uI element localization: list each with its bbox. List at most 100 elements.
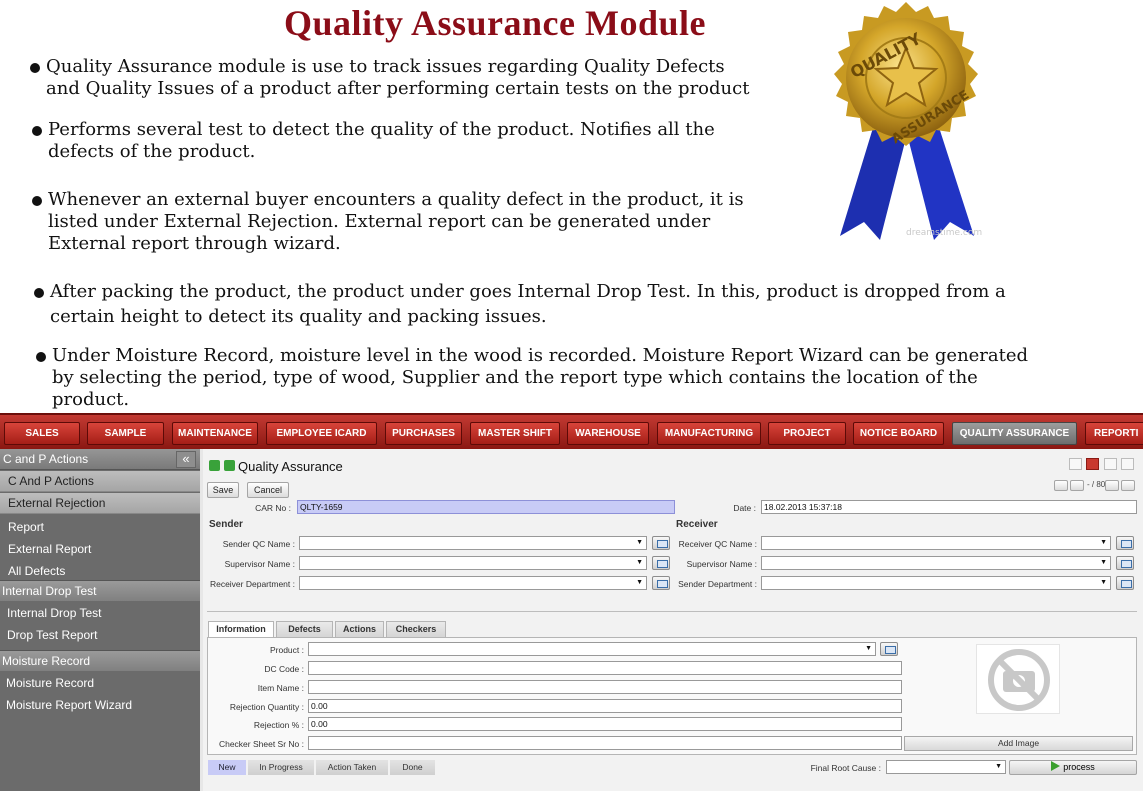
rejection-qty-field[interactable]: 0.00 xyxy=(308,699,902,713)
menu-purchases[interactable]: PURCHASES xyxy=(385,422,462,445)
stage-new[interactable]: New xyxy=(208,760,246,775)
stage-done[interactable]: Done xyxy=(390,760,435,775)
bullet-dot xyxy=(34,288,44,298)
refresh-icon[interactable] xyxy=(209,460,220,471)
final-root-cause-label: Final Root Cause : xyxy=(810,763,881,773)
bullet-dot xyxy=(32,126,42,136)
bullet-2: Performs several test to detect the qual… xyxy=(32,119,715,163)
stage-action-taken[interactable]: Action Taken xyxy=(316,760,388,775)
checker-sheet-label: Checker Sheet Sr No : xyxy=(218,739,304,749)
first-page-icon[interactable] xyxy=(1054,480,1068,491)
tab-checkers[interactable]: Checkers xyxy=(386,621,446,637)
final-root-cause-select[interactable]: ▼ xyxy=(886,760,1006,774)
sidebar-item-c-and-p-actions[interactable]: C And P Actions xyxy=(0,471,200,492)
grid-view-icon[interactable] xyxy=(1121,458,1134,470)
sidebar-section-internal-drop-test[interactable]: Internal Drop Test xyxy=(0,580,200,601)
bullet-3: Whenever an external buyer encounters a … xyxy=(32,189,744,255)
sidebar-item-external-report[interactable]: External Report xyxy=(8,542,91,556)
rejection-qty-label: Rejection Quantity : xyxy=(229,702,304,712)
sidebar-item-moisture-report-wizard[interactable]: Moisture Report Wizard xyxy=(6,698,132,712)
menu-employee-icard[interactable]: EMPLOYEE ICARD xyxy=(266,422,377,445)
process-arrow-icon xyxy=(1051,761,1061,771)
card-view-icon[interactable] xyxy=(1104,458,1117,470)
sender-qc-lookup-icon[interactable] xyxy=(652,536,670,550)
supervisor-select[interactable]: ▼ xyxy=(299,556,647,570)
no-image-icon xyxy=(976,644,1060,714)
collapse-icon[interactable]: « xyxy=(176,451,196,468)
bullet-4: After packing the product, the product u… xyxy=(34,279,1006,329)
sidebar-item-moisture-record[interactable]: Moisture Record xyxy=(6,676,94,690)
save-button[interactable]: Save xyxy=(207,482,239,498)
date-field[interactable]: 18.02.2013 15:37:18 xyxy=(761,500,1137,514)
sender-qc-select[interactable]: ▼ xyxy=(299,536,647,550)
bullet-dot xyxy=(30,63,40,73)
cancel-button[interactable]: Cancel xyxy=(247,482,289,498)
menu-sample[interactable]: SAMPLE xyxy=(87,422,164,445)
supervisor2-label: Supervisor Name : xyxy=(686,559,757,569)
receiver-dept-lookup-icon[interactable] xyxy=(652,576,670,590)
sender-dept-select[interactable]: ▼ xyxy=(761,576,1111,590)
rejection-pct-field[interactable]: 0.00 xyxy=(308,717,902,731)
menu-reports[interactable]: REPORTI xyxy=(1085,422,1143,445)
dc-code-label: DC Code : xyxy=(264,664,304,674)
add-image-button[interactable]: Add Image xyxy=(904,736,1133,751)
sidebar-item-all-defects[interactable]: All Defects xyxy=(8,564,65,578)
sender-dept-lookup-icon[interactable] xyxy=(1116,576,1134,590)
item-name-field[interactable] xyxy=(308,680,902,694)
car-no-field[interactable]: QLTY-1659 xyxy=(297,500,675,514)
form-title: Quality Assurance xyxy=(238,459,343,474)
supervisor-lookup-icon[interactable] xyxy=(652,556,670,570)
product-label: Product : xyxy=(269,645,304,655)
supervisor2-select[interactable]: ▼ xyxy=(761,556,1111,570)
checker-sheet-field[interactable] xyxy=(308,736,902,750)
menu-manufacturing[interactable]: MANUFACTURING xyxy=(657,422,761,445)
pager-text: - / 80 xyxy=(1087,480,1106,489)
sender-dept-label: Sender Department : xyxy=(678,579,757,589)
bullet-5: Under Moisture Record, moisture level in… xyxy=(36,345,1028,411)
module-menubar: SALES SAMPLE MAINTENANCE EMPLOYEE ICARD … xyxy=(0,413,1143,449)
process-button[interactable]: process xyxy=(1009,760,1137,775)
reload-icon[interactable] xyxy=(224,460,235,471)
last-page-icon[interactable] xyxy=(1121,480,1135,491)
sidebar-section-moisture-record[interactable]: Moisture Record xyxy=(0,650,200,671)
divider xyxy=(207,611,1137,612)
list-view-icon[interactable] xyxy=(1069,458,1082,470)
stage-in-progress[interactable]: In Progress xyxy=(248,760,314,775)
menu-master-shift[interactable]: MASTER SHIFT xyxy=(470,422,560,445)
receiver-dept-select[interactable]: ▼ xyxy=(299,576,647,590)
tab-defects[interactable]: Defects xyxy=(276,621,333,637)
sidebar-item-drop-test-report[interactable]: Drop Test Report xyxy=(7,628,98,642)
erp-window: SALES SAMPLE MAINTENANCE EMPLOYEE ICARD … xyxy=(0,413,1143,791)
menu-warehouse[interactable]: WAREHOUSE xyxy=(567,422,649,445)
item-name-label: Item Name : xyxy=(257,683,304,693)
product-select[interactable]: ▼ xyxy=(308,642,876,656)
quality-assurance-seal-icon: QUALITY ASSURANCE xyxy=(834,2,978,240)
product-lookup-icon[interactable] xyxy=(880,642,898,656)
tab-information[interactable]: Information xyxy=(208,621,274,638)
dc-code-field[interactable] xyxy=(308,661,902,675)
sidebar-item-internal-drop-test[interactable]: Internal Drop Test xyxy=(7,606,102,620)
sender-section-title: Sender xyxy=(209,519,243,530)
form-view-icon[interactable] xyxy=(1086,458,1099,470)
supervisor2-lookup-icon[interactable] xyxy=(1116,556,1134,570)
tab-actions[interactable]: Actions xyxy=(335,621,384,637)
form-panel: Quality Assurance Save Cancel - / 80 CAR… xyxy=(203,449,1143,791)
car-no-label: CAR No : xyxy=(255,503,291,513)
receiver-qc-select[interactable]: ▼ xyxy=(761,536,1111,550)
next-page-icon[interactable] xyxy=(1105,480,1119,491)
sidebar-item-external-rejection[interactable]: External Rejection xyxy=(0,493,200,514)
receiver-qc-lookup-icon[interactable] xyxy=(1116,536,1134,550)
menu-quality-assurance[interactable]: QUALITY ASSURANCE xyxy=(952,422,1077,445)
receiver-dept-label: Receiver Department : xyxy=(209,579,295,589)
seal-credit: dreamstime.com xyxy=(906,228,983,238)
bullet-dot xyxy=(32,196,42,206)
menu-project[interactable]: PROJECT xyxy=(768,422,846,445)
sidebar-item-report[interactable]: Report xyxy=(8,520,44,534)
sender-qc-label: Sender QC Name : xyxy=(222,539,295,549)
receiver-qc-label: Receiver QC Name : xyxy=(678,539,757,549)
sidebar: C and P Actions « C And P Actions Extern… xyxy=(0,449,200,791)
prev-page-icon[interactable] xyxy=(1070,480,1084,491)
menu-notice-board[interactable]: NOTICE BOARD xyxy=(853,422,944,445)
menu-maintenance[interactable]: MAINTENANCE xyxy=(172,422,258,445)
menu-sales[interactable]: SALES xyxy=(4,422,80,445)
